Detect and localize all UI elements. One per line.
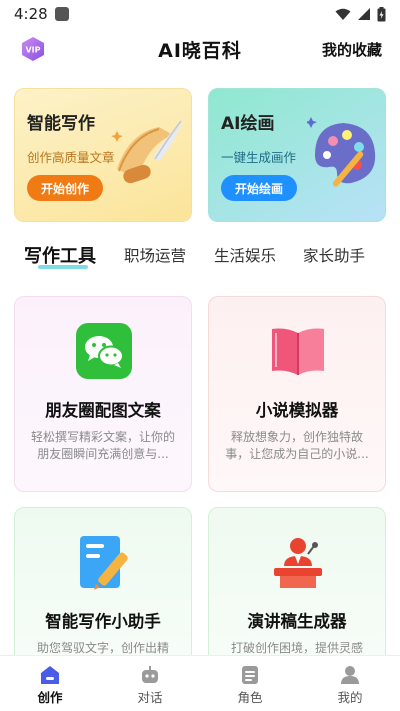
favorites-link[interactable]: 我的收藏 [322, 39, 382, 60]
document-pen-icon [80, 536, 128, 590]
nav-profile[interactable]: 我的 [300, 656, 400, 711]
battery-icon [377, 6, 386, 21]
book-icon [272, 328, 324, 375]
nav-label: 角色 [237, 690, 263, 705]
active-tab-indicator [38, 265, 88, 269]
list-icon [242, 666, 258, 684]
nav-create[interactable]: 创作 [0, 656, 100, 711]
bottom-navigation: 创作 对话 角色 我的 [0, 655, 400, 711]
home-icon [41, 666, 59, 684]
status-bar: 4:28 [0, 0, 400, 28]
person-icon [341, 666, 359, 684]
tool-card-writing-assistant[interactable]: 智能写作小助手 助您驾驭文字，创作出精 [14, 507, 192, 667]
ai-painting-banner[interactable]: AI绘画 一键生成画作 开始绘画 [208, 88, 386, 222]
nav-label: 对话 [137, 690, 163, 705]
tool-title: 智能写作小助手 [45, 612, 161, 631]
wechat-icon [76, 323, 132, 379]
start-painting-button[interactable]: 开始绘画 [221, 175, 297, 201]
notification-icon [54, 7, 69, 21]
smart-writing-banner[interactable]: 智能写作 创作高质量文章 开始创作 [14, 88, 192, 222]
vip-badge-icon[interactable]: VIP [20, 36, 46, 62]
robot-icon [142, 666, 158, 683]
signal-icon [358, 8, 370, 20]
nav-roles[interactable]: 角色 [200, 656, 300, 711]
tab-lifestyle[interactable]: 生活娱乐 [214, 244, 276, 266]
tool-card-moments-copy[interactable]: 朋友圈配图文案 轻松撰写精彩文案，让你的朋友圈瞬间充满创意与... [14, 296, 192, 492]
tool-description: 释放想象力，创作独特故事，让您成为自己的小说... [225, 430, 369, 461]
status-icons [335, 6, 386, 22]
category-tabs: 写作工具 职场运营 生活娱乐 家长助手 [0, 236, 400, 276]
tool-description: 轻松撰写精彩文案，让你的朋友圈瞬间充满创意与... [30, 430, 175, 461]
tab-parent-helper[interactable]: 家长助手 [303, 244, 365, 266]
app-header: VIP AI晓百科 我的收藏 [0, 32, 400, 66]
nav-label: 我的 [337, 690, 363, 705]
status-time: 4:28 [14, 5, 48, 23]
tool-title: 演讲稿生成器 [247, 612, 347, 631]
tool-card-speech-generator[interactable]: 演讲稿生成器 打破创作困境，提供灵感 [208, 507, 386, 667]
wifi-icon [335, 8, 351, 20]
tool-title: 小说模拟器 [255, 401, 339, 420]
tool-title: 朋友圈配图文案 [45, 401, 161, 420]
nav-chat[interactable]: 对话 [100, 656, 200, 711]
start-writing-button[interactable]: 开始创作 [27, 175, 103, 201]
nav-label: 创作 [37, 690, 63, 705]
speaker-podium-icon [274, 538, 322, 588]
tool-card-novel-simulator[interactable]: 小说模拟器 释放想象力，创作独特故事，让您成为自己的小说... [208, 296, 386, 492]
palette-brush-icon [307, 117, 376, 187]
tab-workplace[interactable]: 职场运营 [124, 244, 186, 266]
scroll-quill-icon [111, 119, 183, 184]
vip-label: VIP [25, 46, 40, 55]
app-title: AI晓百科 [158, 39, 242, 62]
